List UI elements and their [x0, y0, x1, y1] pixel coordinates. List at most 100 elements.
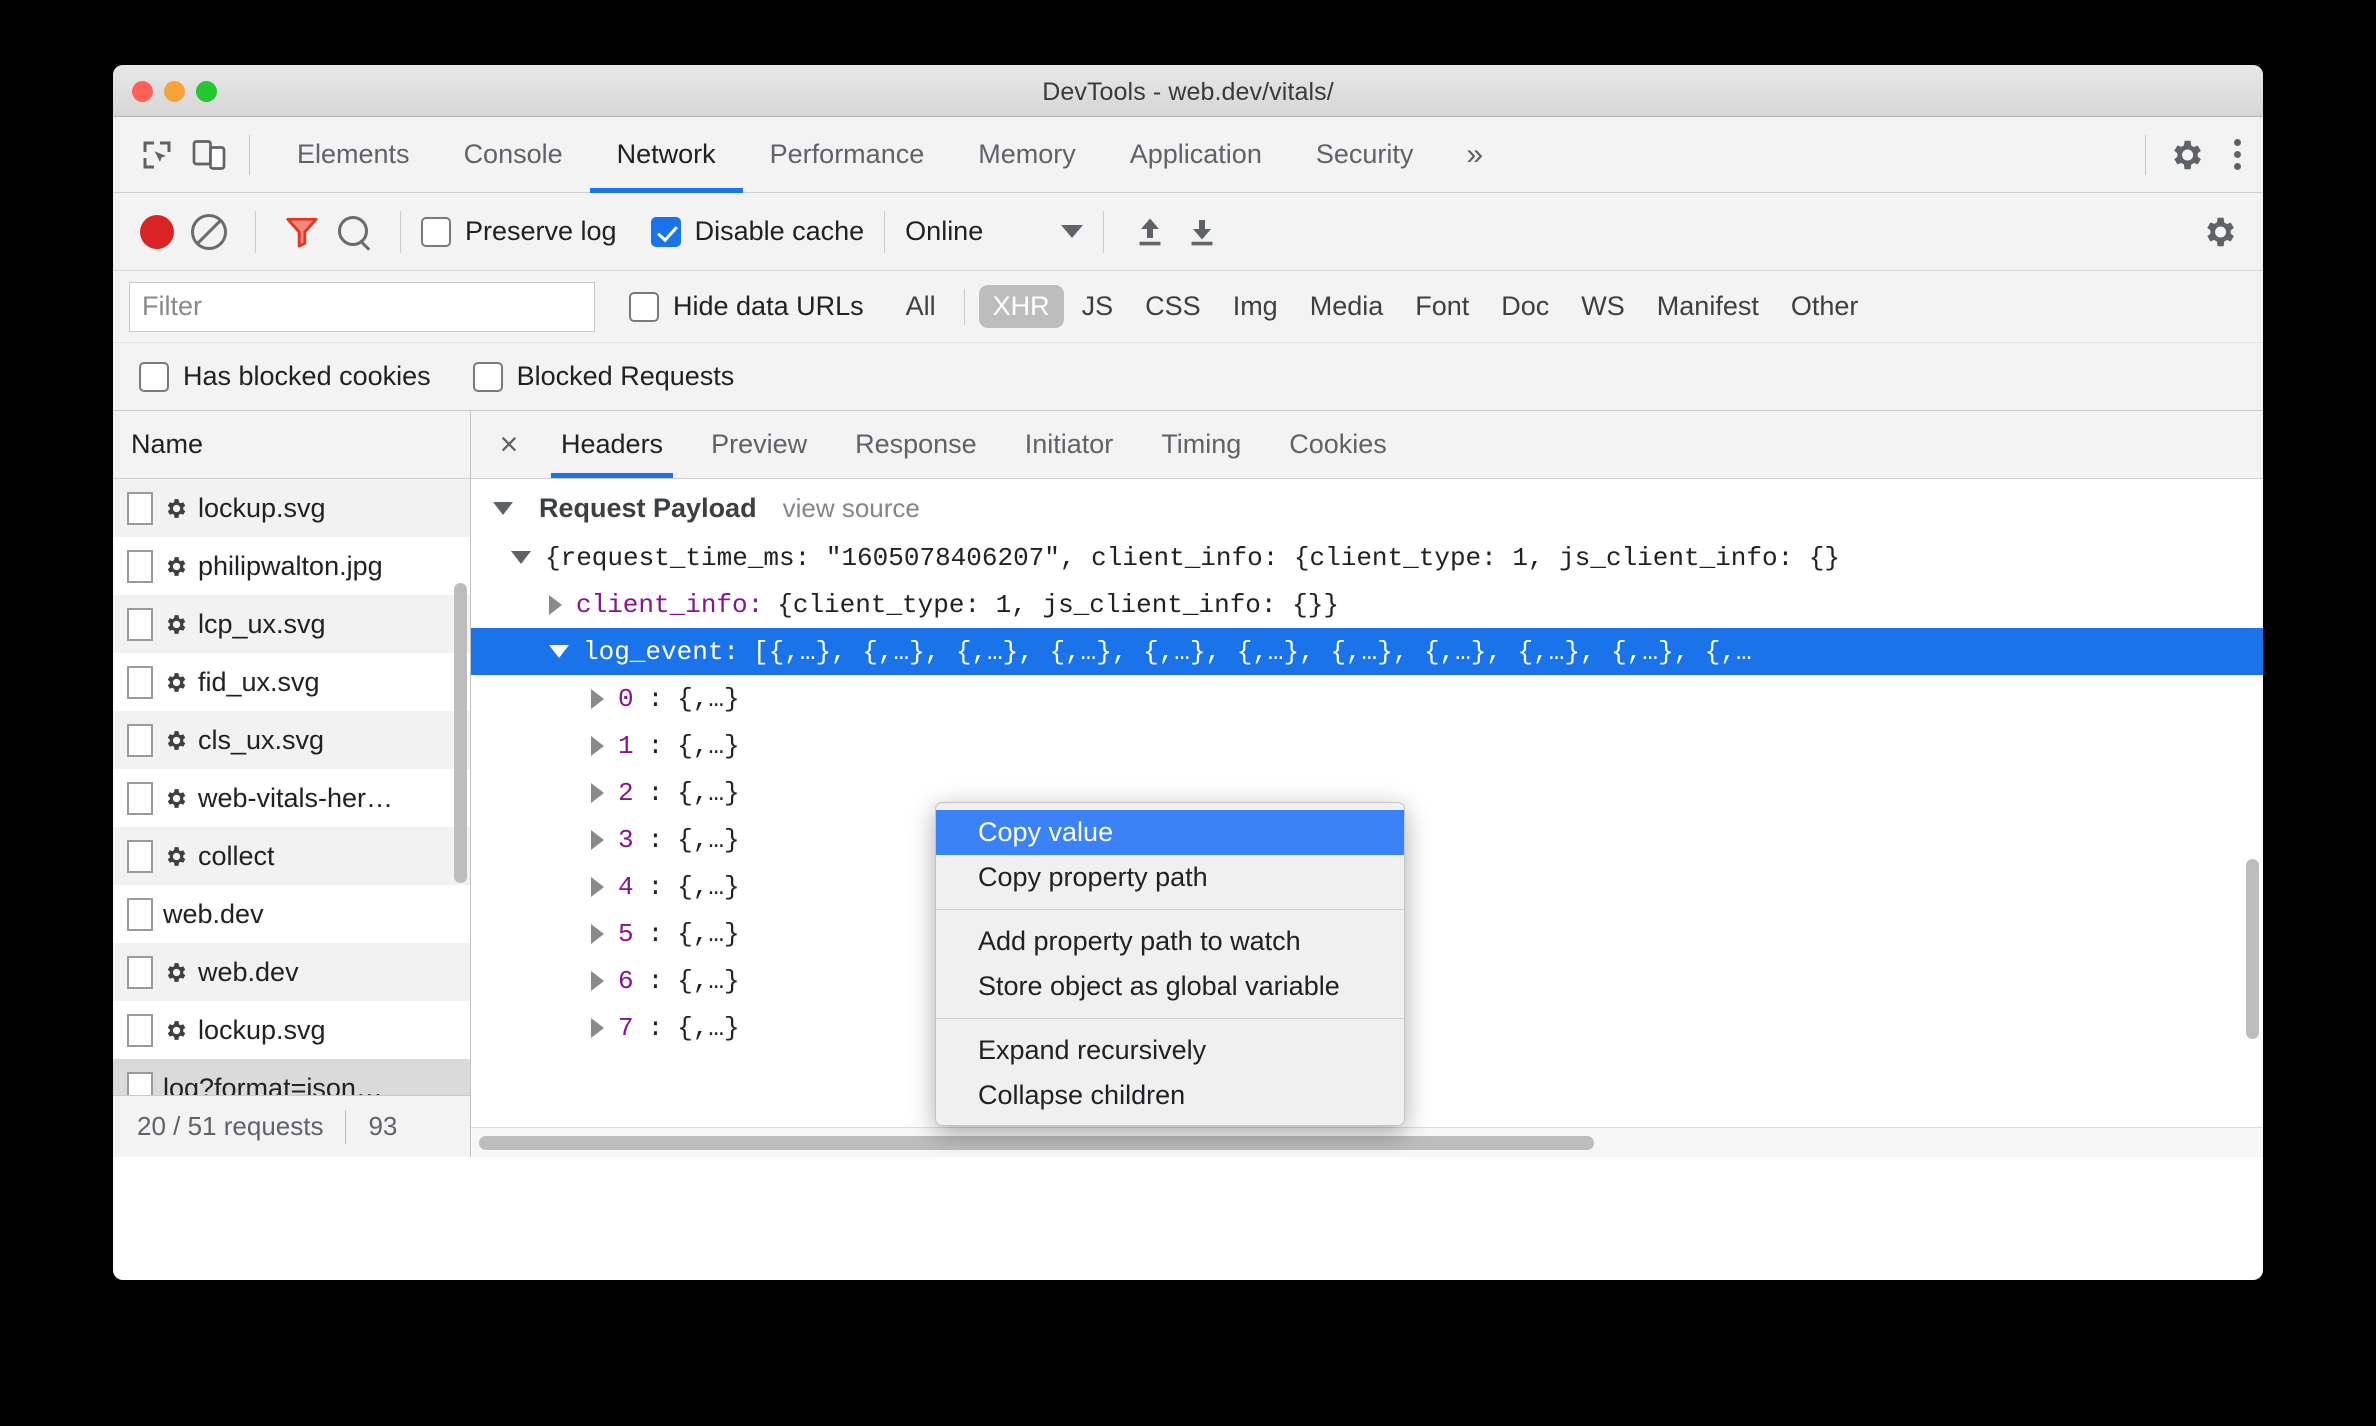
search-button[interactable] [328, 206, 380, 258]
table-row[interactable]: collect [113, 827, 470, 885]
table-row[interactable]: lockup.svg [113, 1001, 470, 1059]
tab-timing[interactable]: Timing [1137, 411, 1265, 478]
record-button[interactable] [131, 206, 183, 258]
type-filter-js[interactable]: JS [1068, 285, 1128, 328]
tab-cookies[interactable]: Cookies [1265, 411, 1411, 478]
tab-network[interactable]: Network [589, 117, 743, 193]
tab-response[interactable]: Response [831, 411, 1001, 478]
payload-vertical-scrollbar[interactable] [2246, 859, 2259, 1039]
tab-initiator[interactable]: Initiator [1001, 411, 1138, 478]
toolbar-divider-right [2145, 134, 2146, 175]
chevron-right-icon[interactable] [591, 1017, 604, 1038]
filter-input[interactable] [129, 281, 595, 332]
menu-item-copy-value[interactable]: Copy value [936, 810, 1404, 855]
table-row[interactable]: web.dev [113, 885, 470, 943]
table-row[interactable]: web.dev [113, 943, 470, 1001]
chevron-down-icon[interactable] [549, 645, 569, 658]
menu-item-add-property-path-to-watch[interactable]: Add property path to watch [936, 919, 1404, 964]
type-filter-xhr[interactable]: XHR [978, 285, 1064, 328]
netbar-divider-3 [884, 210, 886, 253]
tab-performance[interactable]: Performance [743, 117, 952, 193]
network-settings-gear-icon[interactable] [2193, 206, 2245, 258]
tab-console[interactable]: Console [437, 117, 590, 193]
menu-item-store-object-as-global-variable[interactable]: Store object as global variable [936, 964, 1404, 1009]
gear-icon [167, 498, 186, 518]
import-har-button[interactable] [1124, 206, 1176, 258]
table-row-selected[interactable]: log?format=json… [113, 1059, 470, 1095]
tab-preview[interactable]: Preview [687, 411, 831, 478]
view-source-link[interactable]: view source [783, 493, 920, 524]
menu-item-expand-recursively[interactable]: Expand recursively [936, 1028, 1404, 1073]
type-filter-all[interactable]: All [892, 285, 950, 328]
chevron-down-icon[interactable] [511, 551, 531, 564]
payload-section-header[interactable]: Request Payload view source [471, 479, 2263, 534]
array-index: 3 [618, 824, 634, 855]
menu-divider [936, 909, 1404, 910]
chevron-right-icon[interactable] [591, 923, 604, 944]
payload-horizontal-scrollbar-track[interactable] [471, 1127, 2263, 1157]
table-row[interactable]: philipwalton.jpg [113, 537, 470, 595]
chevron-right-icon[interactable] [549, 594, 562, 615]
table-row[interactable]: lockup.svg [113, 479, 470, 537]
payload-root-row[interactable]: {request_time_ms: "1605078406207", clien… [471, 534, 2263, 581]
client-info-row[interactable]: client_info: {client_type: 1, js_client_… [471, 581, 2263, 628]
chevron-down-icon[interactable] [493, 502, 513, 515]
device-toolbar-icon[interactable] [183, 129, 235, 181]
chevron-right-icon[interactable] [591, 970, 604, 991]
chevron-right-icon[interactable] [591, 876, 604, 897]
type-filter-img[interactable]: Img [1219, 285, 1292, 328]
type-filter-font[interactable]: Font [1401, 285, 1483, 328]
inspect-cursor-icon[interactable] [131, 129, 183, 181]
type-filter-css[interactable]: CSS [1131, 285, 1215, 328]
tab-headers[interactable]: Headers [537, 411, 687, 478]
payload-horizontal-scrollbar[interactable] [479, 1136, 1594, 1150]
network-status-bar: 20 / 51 requests 93 [113, 1095, 470, 1157]
table-row[interactable]: cls_ux.svg [113, 711, 470, 769]
window-title: DevTools - web.dev/vitals/ [1042, 78, 1334, 106]
chevron-right-icon[interactable] [591, 782, 604, 803]
type-filter-ws[interactable]: WS [1567, 285, 1639, 328]
tab-application[interactable]: Application [1103, 117, 1289, 193]
hide-data-urls-checkbox[interactable]: Hide data URLs [629, 291, 864, 322]
gear-icon [167, 730, 186, 750]
type-filter-media[interactable]: Media [1296, 285, 1398, 328]
type-filter-other[interactable]: Other [1777, 285, 1873, 328]
blocked-requests-checkbox[interactable]: Blocked Requests [472, 361, 734, 392]
log-event-row[interactable]: log_event: [{,…}, {,…}, {,…}, {,…}, {,…}… [471, 628, 2263, 675]
disable-cache-checkbox[interactable]: Disable cache [650, 216, 864, 247]
throttling-dropdown[interactable]: Online [905, 216, 1084, 247]
chevron-right-icon[interactable] [591, 829, 604, 850]
kebab-dot-2 [2234, 151, 2241, 158]
preserve-log-checkbox[interactable]: Preserve log [421, 216, 617, 247]
menu-item-collapse-children[interactable]: Collapse children [936, 1073, 1404, 1118]
document-icon [127, 955, 153, 989]
more-tabs-chevron-icon[interactable]: » [1440, 138, 1509, 172]
tab-security[interactable]: Security [1289, 117, 1441, 193]
tab-memory[interactable]: Memory [951, 117, 1103, 193]
type-filter-doc[interactable]: Doc [1487, 285, 1563, 328]
request-list-scrollbar[interactable] [454, 583, 467, 883]
export-har-button[interactable] [1176, 206, 1228, 258]
clear-requests-button[interactable] [183, 206, 235, 258]
filter-toggle-button[interactable] [276, 206, 328, 258]
chevron-right-icon[interactable] [591, 688, 604, 709]
list-item[interactable]: 0: {,…} [471, 675, 2263, 722]
table-row[interactable]: fid_ux.svg [113, 653, 470, 711]
list-item[interactable]: 1: {,…} [471, 722, 2263, 769]
column-header-name[interactable]: Name [113, 411, 470, 479]
download-har-icon [1191, 219, 1213, 245]
chevron-right-icon[interactable] [591, 735, 604, 756]
blocked-requests-box [472, 361, 503, 392]
close-icon[interactable]: × [481, 411, 537, 478]
request-rows[interactable]: lockup.svg philipwalton.jpg lcp_ux.svg f… [113, 479, 470, 1095]
table-row[interactable]: web-vitals-her… [113, 769, 470, 827]
menu-item-copy-property-path[interactable]: Copy property path [936, 855, 1404, 900]
has-blocked-cookies-checkbox[interactable]: Has blocked cookies [139, 361, 431, 392]
request-name: log?format=json… [163, 1072, 383, 1096]
table-row[interactable]: lcp_ux.svg [113, 595, 470, 653]
settings-gear-icon[interactable] [2160, 129, 2212, 181]
type-filter-manifest[interactable]: Manifest [1643, 285, 1773, 328]
more-options-kebab-icon[interactable] [2212, 139, 2263, 170]
payload-root-text: {request_time_ms: "1605078406207", clien… [545, 542, 1841, 573]
tab-elements[interactable]: Elements [270, 117, 437, 193]
